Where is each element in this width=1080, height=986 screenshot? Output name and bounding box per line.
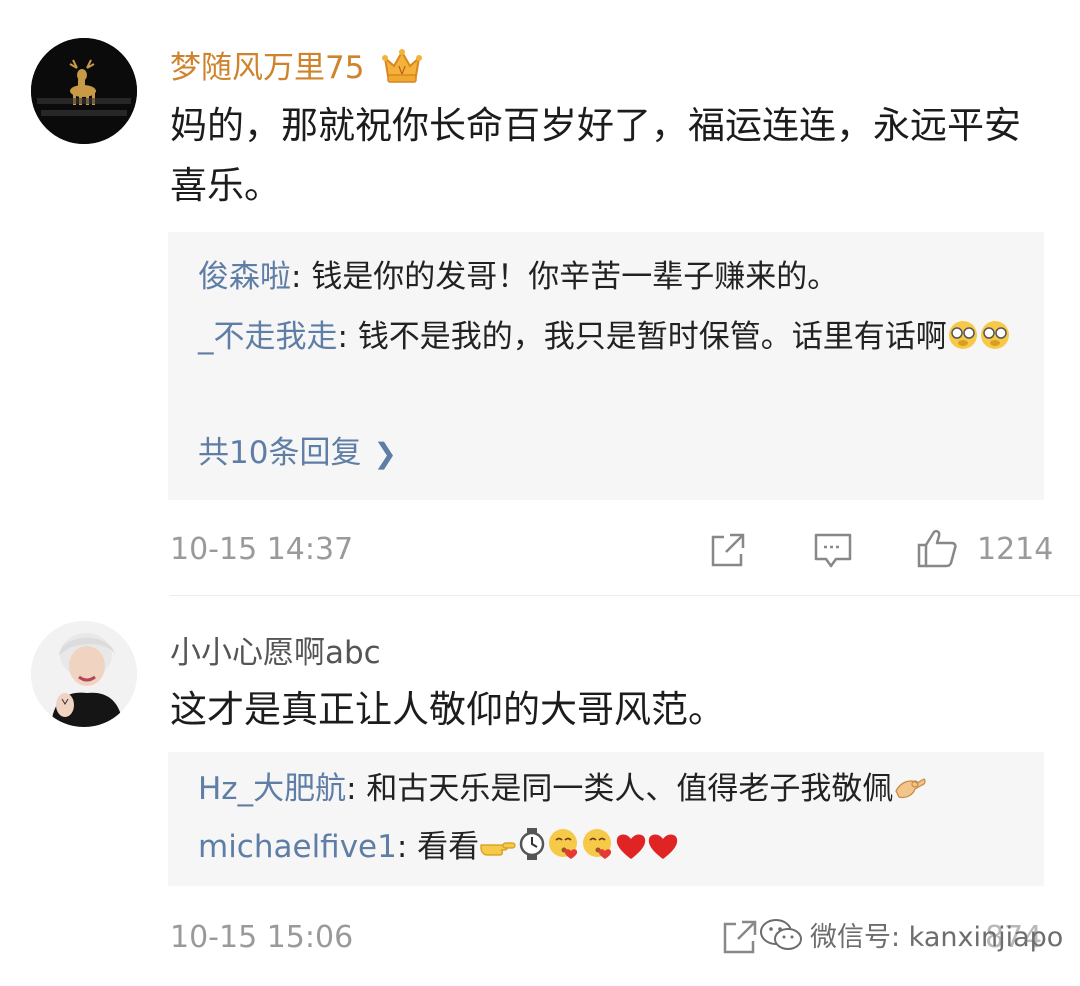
thumbs-up-icon (917, 529, 957, 568)
avatar[interactable] (31, 621, 137, 727)
divider (170, 595, 1080, 596)
comment-icon (814, 533, 852, 568)
reply-item: Hz_大肥航: 和古天乐是同一类人、值得老子我敬佩 (198, 760, 1038, 822)
comment-item: 梦随风万里75 V 妈的，那就祝你长命百岁好了，福运连连，永远平安喜乐。 俊森啦… (0, 0, 1080, 596)
reply-item: michaelfive1: 看看 (198, 818, 1018, 880)
reply-separator: : (346, 771, 367, 807)
repost-button[interactable] (708, 530, 748, 574)
username-label: 梦随风万里75 (170, 50, 365, 86)
crown-icon: V (382, 48, 423, 92)
glasses-face-emoji-icon (979, 312, 1011, 370)
reply-separator: : (291, 259, 312, 295)
reply-text: 看看 (417, 829, 480, 865)
comment-text: 妈的，那就祝你长命百岁好了，福运连连，永远平安喜乐。 (170, 104, 1021, 207)
user-photo-icon (31, 621, 137, 727)
reply-author[interactable]: Hz_大肥航 (198, 771, 346, 807)
wechat-icon (758, 917, 804, 960)
reply-separator: : (337, 319, 358, 355)
red-heart-emoji-icon (647, 822, 679, 880)
like-count: 1214 (977, 532, 1054, 567)
wechat-watermark: 微信号: kanxinjiapo (758, 915, 1063, 960)
reply-text: 钱不是我的，我只是暂时保管。话里有话啊 (357, 319, 947, 355)
avatar[interactable] (31, 38, 137, 144)
comment-button[interactable] (812, 530, 854, 576)
pointing-hand-emoji-icon (479, 822, 517, 880)
reply-author[interactable]: 俊森啦 (198, 259, 291, 295)
repost-button[interactable] (720, 917, 760, 961)
comment-text: 这才是真正让人敬仰的大哥风范。 (170, 688, 725, 731)
comment-timestamp: 10-15 15:06 (170, 920, 354, 955)
deer-logo-icon (31, 38, 137, 144)
chevron-right-icon: ❯ (373, 437, 397, 470)
reply-item: 俊森啦: 钱是你的发哥！你辛苦一辈子赚来的。 (198, 248, 1018, 306)
reply-text: 和古天乐是同一类人、值得老子我敬佩 (366, 771, 894, 807)
share-icon (711, 533, 745, 567)
glasses-face-emoji-icon (947, 312, 979, 370)
reply-text: 钱是你的发哥！你辛苦一辈子赚来的。 (311, 259, 839, 295)
more-replies-label: 共10条回复 (198, 435, 362, 471)
reply-item: _不走我走: 钱不是我的，我只是暂时保管。话里有话啊 (198, 308, 1018, 370)
ok-hand-emoji-icon (893, 764, 927, 822)
reply-box[interactable]: Hz_大肥航: 和古天乐是同一类人、值得老子我敬佩 michaelfive1: … (168, 752, 1044, 886)
watch-emoji-icon (517, 822, 547, 880)
username[interactable]: 小小心愿啊abc (170, 627, 381, 672)
username[interactable]: 梦随风万里75 V (170, 42, 423, 92)
reply-author[interactable]: _不走我走 (198, 319, 338, 355)
more-replies-link[interactable]: 共10条回复 ❯ (198, 427, 397, 472)
watermark-text: 微信号: kanxinjiapo (810, 922, 1064, 953)
svg-text:V: V (399, 64, 407, 77)
kiss-face-emoji-icon (581, 822, 615, 880)
share-icon (723, 920, 757, 954)
reply-author[interactable]: michaelfive1 (198, 829, 397, 865)
comment-timestamp: 10-15 14:37 (170, 532, 354, 567)
reply-box[interactable]: 俊森啦: 钱是你的发哥！你辛苦一辈子赚来的。 _不走我走: 钱不是我的，我只是暂… (168, 232, 1044, 500)
reply-separator: : (396, 829, 418, 865)
red-heart-emoji-icon (615, 822, 647, 880)
like-button[interactable] (915, 526, 959, 574)
kiss-face-emoji-icon (547, 822, 581, 880)
